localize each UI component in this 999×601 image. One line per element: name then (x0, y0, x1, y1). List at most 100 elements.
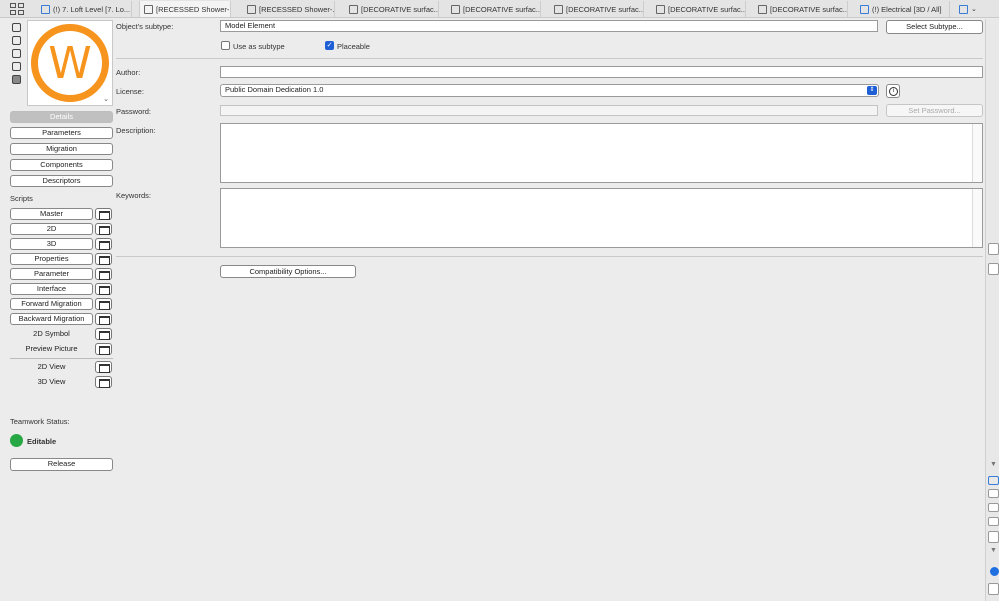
tab-label: [DECORATIVE surfac... (361, 4, 439, 14)
tab-label: [DECORATIVE surfac... (770, 4, 848, 14)
script-master[interactable]: Master (10, 208, 93, 220)
window-icon[interactable] (95, 328, 112, 340)
script-backward-migration[interactable]: Backward Migration (10, 313, 93, 325)
window-icon[interactable] (95, 238, 112, 250)
window-icon[interactable] (95, 208, 112, 220)
select-subtype-button[interactable]: Select Subtype... (886, 20, 983, 34)
panel-icon[interactable] (988, 263, 999, 275)
elevation-icon (247, 4, 256, 14)
chevron-down-icon[interactable]: ⌄ (103, 95, 109, 103)
window-icon[interactable] (95, 361, 112, 373)
view-2d[interactable]: 2D View (10, 361, 93, 373)
tab-overview-grid-icon[interactable] (10, 3, 24, 15)
preview-glyph: W (48, 37, 92, 89)
nav-parameters[interactable]: Parameters (10, 127, 113, 139)
updown-arrow-icon: ⇕ (867, 86, 877, 95)
tab-loft-level[interactable]: (!) 7. Loft Level [7. Lo... (37, 1, 132, 17)
ruler-icon[interactable] (988, 503, 999, 512)
script-interface[interactable]: Interface (10, 283, 93, 295)
section-icon (656, 4, 665, 14)
status-dot-icon[interactable] (990, 567, 999, 576)
license-select[interactable]: Public Domain Dedication 1.0 ⇕ (220, 84, 879, 97)
scripts-heading: Scripts (10, 194, 33, 203)
teamwork-heading: Teamwork Status: (10, 417, 70, 426)
tab-decorative-5[interactable]: [DECORATIVE surfac... (754, 1, 848, 17)
3d-cube-icon[interactable] (12, 62, 21, 71)
compatibility-options-button[interactable]: Compatibility Options... (220, 265, 356, 278)
window-icon[interactable] (95, 376, 112, 388)
tab-label: [DECORATIVE surfac... (668, 4, 746, 14)
window-icon[interactable] (95, 298, 112, 310)
use-as-subtype-checkbox[interactable] (221, 41, 230, 50)
rectangle-tool-icon[interactable] (12, 36, 21, 45)
license-label: License: (116, 87, 144, 96)
layers-icon[interactable] (988, 489, 999, 498)
script-preview-picture[interactable]: Preview Picture (10, 343, 93, 355)
script-2d-symbol[interactable]: 2D Symbol (10, 328, 93, 340)
scrollbar[interactable] (972, 189, 982, 247)
nav-details[interactable]: Details (10, 111, 113, 123)
use-as-subtype-label: Use as subtype (233, 42, 285, 51)
chevron-down-icon: ⌄ (971, 6, 977, 13)
window-icon[interactable] (95, 223, 112, 235)
plan-view-icon[interactable] (12, 49, 21, 58)
script-2d[interactable]: 2D (10, 223, 93, 235)
window-icon[interactable] (95, 313, 112, 325)
scrollbar[interactable] (972, 124, 982, 182)
view-tools (11, 23, 23, 88)
author-label: Author: (116, 68, 141, 77)
nav-migration[interactable]: Migration (10, 143, 113, 155)
script-3d[interactable]: 3D (10, 238, 93, 250)
nav-components[interactable]: Components (10, 159, 113, 171)
pin-icon[interactable] (988, 243, 999, 255)
film-strip-icon[interactable] (12, 75, 21, 84)
tab-decorative-2[interactable]: [DECORATIVE surfac... (447, 1, 541, 17)
tab-decorative-4[interactable]: [DECORATIVE surfac... (652, 1, 746, 17)
description-label: Description: (116, 126, 156, 135)
license-info-button[interactable]: i (886, 84, 900, 98)
subtype-field[interactable]: Model Element (220, 20, 878, 32)
window-icon[interactable] (95, 268, 112, 280)
elevation-icon (758, 4, 767, 14)
folder-icon[interactable] (988, 476, 999, 485)
password-field[interactable] (220, 105, 878, 116)
release-button[interactable]: Release (10, 458, 113, 471)
select-tool-icon[interactable] (12, 23, 21, 32)
tab-overflow-menu[interactable]: ⌄ (955, 1, 985, 17)
tab-bar: (!) 7. Loft Level [7. Lo... [RECESSED Sh… (0, 0, 999, 18)
tab-label: [DECORATIVE surfac... (463, 4, 541, 14)
script-forward-migration[interactable]: Forward Migration (10, 298, 93, 310)
panel-icon[interactable] (988, 583, 999, 595)
keywords-textarea[interactable] (220, 188, 983, 248)
triangle-down-icon[interactable]: ▼ (988, 547, 999, 559)
tab-label: (!) Electrical [3D / All] (872, 4, 942, 14)
set-password-button[interactable]: Set Password... (886, 104, 983, 117)
panel-icon[interactable] (988, 531, 999, 543)
status-dot-icon (10, 434, 23, 447)
divider (116, 256, 983, 257)
script-parameter[interactable]: Parameter (10, 268, 93, 280)
3d-icon (860, 4, 869, 14)
description-textarea[interactable] (220, 123, 983, 183)
window-icon[interactable] (95, 283, 112, 295)
divider (116, 58, 983, 59)
author-field[interactable] (220, 66, 983, 78)
password-label: Password: (116, 107, 152, 116)
tab-recessed-shower-1[interactable]: [RECESSED Shower-... (139, 1, 231, 17)
window-icon[interactable] (95, 253, 112, 265)
keyboard-icon[interactable] (988, 517, 999, 526)
placeable-checkbox[interactable]: ✓ (325, 41, 334, 50)
placeable-label: Placeable (337, 42, 370, 51)
tab-decorative-1[interactable]: [DECORATIVE surfac... (345, 1, 439, 17)
tab-recessed-shower-2[interactable]: [RECESSED Shower-... (243, 1, 335, 17)
view-3d[interactable]: 3D View (10, 376, 93, 388)
triangle-down-icon[interactable]: ▼ (988, 461, 999, 473)
tab-label: [RECESSED Shower-... (156, 4, 231, 14)
window-icon[interactable] (95, 343, 112, 355)
script-properties[interactable]: Properties (10, 253, 93, 265)
tab-electrical-3d[interactable]: (!) Electrical [3D / All] (856, 1, 950, 17)
tab-decorative-3[interactable]: [DECORATIVE surfac... (550, 1, 644, 17)
nav-descriptors[interactable]: Descriptors (10, 175, 113, 187)
license-value: Public Domain Dedication 1.0 (225, 85, 324, 94)
object-preview[interactable]: W ⌄ (27, 20, 113, 106)
